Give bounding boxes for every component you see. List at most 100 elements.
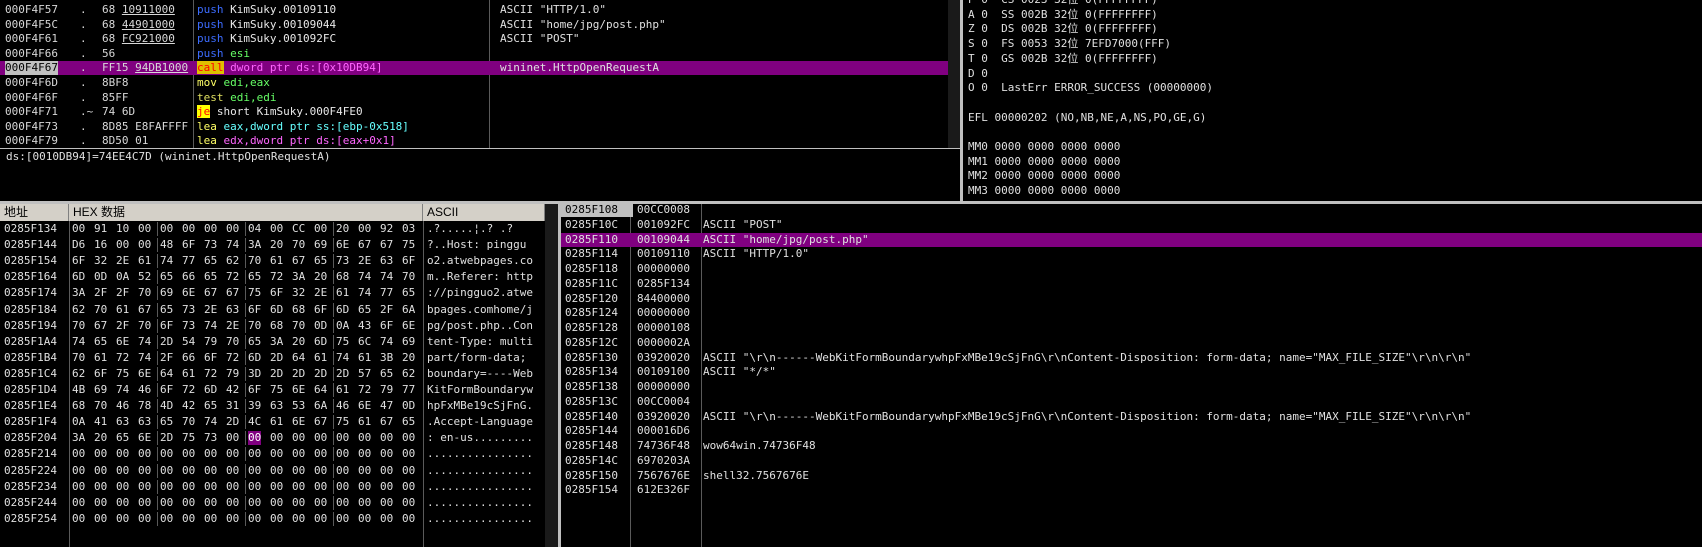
dump-hex-byte[interactable]: 70 (292, 319, 305, 333)
dump-hex-byte[interactable]: 74 (116, 383, 129, 397)
dump-hex-byte[interactable]: 63 (226, 303, 239, 317)
dump-hex-byte[interactable]: 00 (270, 431, 283, 445)
dump-hex-byte[interactable]: 6E (292, 415, 305, 429)
dump-hex-byte[interactable]: 00 (248, 464, 261, 478)
dump-hex-byte[interactable]: 00 (204, 512, 217, 526)
dump-hex-byte[interactable]: 72 (226, 351, 239, 365)
dump-hex-byte[interactable]: 00 (380, 447, 393, 461)
dump-hex-byte[interactable]: 32 (94, 254, 107, 268)
disasm-row[interactable]: 000F4F61. 68 FC921000 push KimSuky.001092F… (0, 32, 948, 46)
dump-hex-byte[interactable]: 61 (182, 367, 195, 381)
dump-hex-byte[interactable]: 00 (292, 512, 305, 526)
dump-hex-byte[interactable]: 4D (160, 399, 173, 413)
dump-hex-byte[interactable]: 6F (160, 383, 173, 397)
dump-hex-byte[interactable]: 2E (358, 254, 371, 268)
dump-hex-byte[interactable]: 61 (270, 415, 283, 429)
dump-hex-byte[interactable]: 67 (226, 286, 239, 300)
stack-row[interactable]: 0285F11C 0285F134 (561, 277, 1702, 291)
dump-hex-byte[interactable]: 65 (402, 415, 415, 429)
dump-hex-byte[interactable]: 00 (402, 512, 415, 526)
dump-row[interactable]: 0285F254 00 00 00 00 00 00 00 00 00 00 00 00 00 00 00 00… (0, 511, 545, 526)
dump-header-hex[interactable]: HEX 数据 (69, 204, 423, 221)
dump-hex-byte[interactable]: 74 (204, 415, 217, 429)
dump-hex-byte[interactable]: 3A (72, 431, 85, 445)
dump-hex-byte[interactable]: 00 (226, 512, 239, 526)
dump-hex-byte[interactable]: 67 (314, 415, 327, 429)
dump-hex-byte[interactable]: 00 (314, 512, 327, 526)
dump-hex-byte[interactable]: 6F (248, 383, 261, 397)
dump-row[interactable]: 0285F184 62 70 61 67 65 73 2E 63 6F 6D 68 6F 6D 65 2F 6A… (0, 302, 545, 317)
disasm-row[interactable]: 000F4F73. 8D85 E8FAFFFF lea eax,dword ptr … (0, 120, 948, 134)
stack-row[interactable]: 0285F140 03920020 ASCII "\r\n------WebKitF… (561, 410, 1702, 424)
dump-hex-byte[interactable]: 6F (204, 351, 217, 365)
dump-row[interactable]: 0285F174 3A 2F 2F 70 69 6E 67 67 75 6F 32 2E 61 74 77 65… (0, 286, 545, 301)
dump-hex-byte[interactable]: 00 (138, 512, 151, 526)
dump-hex-byte[interactable]: 2F (160, 351, 173, 365)
dump-hex-byte[interactable]: 68 (336, 270, 349, 284)
stack-row[interactable]: 0285F148 74736F48 wow64win.74736F48 (561, 439, 1702, 453)
dump-hex-byte[interactable]: 75 (336, 415, 349, 429)
dump-hex-byte[interactable]: 00 (402, 447, 415, 461)
dump-hex-byte[interactable]: 75 (116, 367, 129, 381)
dump-hex-byte[interactable]: 61 (94, 351, 107, 365)
dump-hex-byte[interactable]: 61 (314, 351, 327, 365)
dump-hex-byte[interactable]: 6E (292, 383, 305, 397)
stack-row[interactable]: 0285F144 000016D6 (561, 424, 1702, 438)
dump-hex-byte[interactable]: 6F (160, 319, 173, 333)
dump-hex-byte[interactable]: 6D (314, 335, 327, 349)
stack-row[interactable]: 0285F128 00000108 (561, 321, 1702, 335)
dump-hex-byte[interactable]: 6F (72, 254, 85, 268)
dump-hex-byte[interactable]: 63 (116, 415, 129, 429)
dump-hex-byte[interactable]: 2D (336, 367, 349, 381)
dump-hex-byte[interactable]: 69 (402, 335, 415, 349)
dump-hex-byte[interactable]: 00 (358, 480, 371, 494)
dump-hex-byte[interactable]: 00 (402, 480, 415, 494)
register-line[interactable]: MM1 0000 0000 0000 0000 (968, 155, 1120, 169)
dump-hex-byte[interactable]: 6A (314, 399, 327, 413)
dump-hex-byte[interactable]: 2F (116, 319, 129, 333)
dump-hex-byte[interactable]: 00 (72, 480, 85, 494)
dump-hex-byte[interactable]: 20 (94, 431, 107, 445)
dump-hex-byte[interactable]: 74 (72, 335, 85, 349)
stack-row[interactable]: 0285F120 84400000 (561, 292, 1702, 306)
dump-hex-byte[interactable]: 3A (248, 238, 261, 252)
dump-row[interactable]: 0285F1D4 4B 69 74 46 6F 72 6D 42 6F 75 6E 64 61 72 79 77… (0, 383, 545, 397)
dump-hex-byte[interactable]: 00 (380, 496, 393, 510)
dump-hex-byte[interactable]: 00 (116, 512, 129, 526)
disasm-row[interactable]: 000F4F71 .~ 74 6D je short KimSuky.000F4FE0 (0, 105, 948, 119)
dump-hex-byte[interactable]: 48 (160, 238, 173, 252)
dump-hex-byte[interactable]: 00 (314, 222, 327, 236)
dump-hex-byte[interactable]: 70 (292, 238, 305, 252)
dump-hex-byte[interactable]: 74 (226, 238, 239, 252)
dump-hex-byte[interactable]: 78 (138, 399, 151, 413)
dump-hex-byte[interactable]: 00 (270, 496, 283, 510)
stack-row[interactable]: 0285F114 00109110 ASCII "HTTP/1.0" (561, 247, 1702, 261)
dump-hex-byte[interactable]: 70 (138, 286, 151, 300)
dump-hex-byte[interactable]: 03 (402, 222, 415, 236)
dump-hex-byte[interactable]: 00 (270, 222, 283, 236)
dump-hex-byte[interactable]: 77 (402, 383, 415, 397)
dump-hex-byte[interactable]: 62 (72, 303, 85, 317)
dump-hex-byte[interactable]: 00 (314, 447, 327, 461)
dump-hex-byte[interactable]: 00 (116, 447, 129, 461)
dump-hex-byte[interactable]: 00 (292, 480, 305, 494)
dump-hex-byte[interactable]: 00 (204, 447, 217, 461)
dump-hex-byte[interactable]: 74 (380, 335, 393, 349)
dump-hex-byte[interactable]: 00 (138, 464, 151, 478)
dump-hex-byte[interactable]: 00 (182, 447, 195, 461)
dump-hex-byte[interactable]: 3A (72, 286, 85, 300)
dump-hex-byte[interactable]: CC (292, 222, 305, 236)
dump-hex-byte[interactable]: 70 (226, 335, 239, 349)
dump-hex-byte[interactable]: 0A (336, 319, 349, 333)
dump-hex-byte[interactable]: 65 (314, 254, 327, 268)
dump-hex-byte[interactable]: 04 (248, 222, 261, 236)
dump-hex-byte[interactable]: 2F (380, 303, 393, 317)
dump-hex-byte[interactable]: 6E (182, 286, 195, 300)
dump-hex-byte[interactable]: 62 (226, 254, 239, 268)
dump-hex-byte[interactable]: 53 (292, 399, 305, 413)
dump-hex-byte[interactable]: 00 (116, 464, 129, 478)
dump-hex-byte[interactable]: 69 (94, 383, 107, 397)
dump-hex-byte[interactable]: 00 (402, 496, 415, 510)
dump-hex-byte[interactable]: 67 (292, 254, 305, 268)
dump-hex-byte[interactable]: 00 (292, 447, 305, 461)
